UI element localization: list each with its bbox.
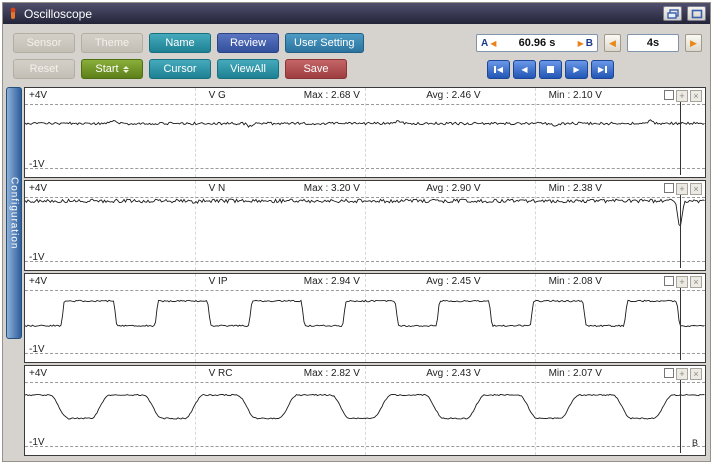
channel-visibility-checkbox[interactable] [664, 276, 674, 286]
channel-close-button[interactable]: × [690, 368, 702, 380]
channel-bottom-voltage-label: -1V [29, 252, 45, 263]
toolbar-row-1: Sensor Theme Name Review User Setting A … [13, 33, 702, 53]
maximize-window-icon [691, 9, 703, 19]
cursor-b-line[interactable] [680, 276, 681, 361]
channel-avg-value: Avg : 2.43 V [426, 368, 480, 379]
start-button-label: Start [95, 63, 118, 75]
channel-bottom-voltage-label: -1V [29, 159, 45, 170]
channel-max-value: Max : 2.82 V [304, 368, 360, 379]
channel-bottom-voltage-label: -1V [29, 344, 45, 355]
timebase-decrease-button[interactable]: ◀ [604, 34, 621, 52]
theme-button[interactable]: Theme [81, 33, 143, 53]
review-button[interactable]: Review [217, 33, 279, 53]
cursor-b-line[interactable] [680, 183, 681, 268]
waveform-trace [25, 88, 705, 177]
channel-panel: +4V V G Max : 2.68 V Avg : 2.46 V Min : … [24, 87, 706, 178]
channel-expand-button[interactable]: + [676, 368, 688, 380]
channel-max-value: Max : 3.20 V [304, 183, 360, 194]
channel-avg-value: Avg : 2.45 V [426, 276, 480, 287]
channel-panel: +4V V IP Max : 2.94 V Avg : 2.45 V Min :… [24, 273, 706, 364]
channel-min-value: Min : 2.10 V [549, 90, 602, 101]
time-range-display: A ◀ 60.96 s ▶ B [476, 34, 598, 52]
maximize-window-button[interactable] [687, 6, 706, 21]
toolbar-row-2: Reset Start Cursor ViewAll Save ◀ ◀ ▶ ▶ [13, 59, 702, 79]
channel-name: V IP [209, 276, 228, 287]
timebase-increase-button[interactable]: ▶ [685, 34, 702, 52]
channel-max-value: Max : 2.68 V [304, 90, 360, 101]
step-back-button[interactable]: ◀ [513, 60, 536, 79]
save-button[interactable]: Save [285, 59, 347, 79]
oscilloscope-window: Oscilloscope Sensor Theme Name Review Us… [2, 2, 711, 462]
skip-to-start-button[interactable]: ◀ [487, 60, 510, 79]
step-back-icon: ◀ [521, 65, 527, 74]
cascade-window-icon [667, 9, 679, 19]
channel-avg-value: Avg : 2.46 V [426, 90, 480, 101]
cursor-button[interactable]: Cursor [149, 59, 211, 79]
channel-min-value: Min : 2.07 V [549, 368, 602, 379]
channel-min-value: Min : 2.08 V [549, 276, 602, 287]
play-icon: ▶ [573, 65, 579, 74]
window-title: Oscilloscope [24, 7, 658, 21]
channel-avg-value: Avg : 2.90 V [426, 183, 480, 194]
channel-top-voltage-label: +4V [29, 368, 47, 379]
playback-controls: ◀ ◀ ▶ ▶ [487, 60, 614, 79]
cursor-b-label: B [692, 438, 698, 448]
channel-top-voltage-label: +4V [29, 183, 47, 194]
channel-close-button[interactable]: × [690, 90, 702, 102]
time-range-value: 60.96 s [498, 37, 575, 49]
channel-panel: +4V V N Max : 3.20 V Avg : 2.90 V Min : … [24, 180, 706, 271]
stop-icon [547, 66, 554, 73]
channel-expand-button[interactable]: + [676, 90, 688, 102]
skip-to-end-button[interactable]: ▶ [591, 60, 614, 79]
channel-top-voltage-label: +4V [29, 276, 47, 287]
channel-visibility-checkbox[interactable] [664, 183, 674, 193]
cursor-a-arrow-icon[interactable]: ◀ [490, 39, 496, 48]
waveform-trace [25, 274, 705, 363]
waveform-trace [25, 366, 705, 455]
cursor-b-line[interactable] [680, 368, 681, 453]
title-bar: Oscilloscope [3, 3, 710, 24]
channel-name: V N [209, 183, 226, 194]
side-tab-strip: Configuration [6, 87, 22, 456]
channel-name: V RC [209, 368, 233, 379]
reset-button[interactable]: Reset [13, 59, 75, 79]
app-icon [7, 7, 19, 20]
configuration-tab-label: Configuration [9, 177, 20, 249]
sensor-button[interactable]: Sensor [13, 33, 75, 53]
configuration-tab[interactable]: Configuration [6, 87, 22, 339]
cursor-b-line[interactable] [680, 90, 681, 175]
cursor-a-marker[interactable]: A [481, 38, 488, 49]
cascade-window-button[interactable] [663, 6, 682, 21]
main-area: Configuration +4V V G Max : 2.68 V Avg :… [6, 87, 706, 456]
cursor-b-marker[interactable]: B [586, 38, 593, 49]
name-button[interactable]: Name [149, 33, 211, 53]
timebase-select[interactable]: 4s [627, 34, 679, 52]
channel-min-value: Min : 2.38 V [549, 183, 602, 194]
channel-visibility-checkbox[interactable] [664, 90, 674, 100]
channel-close-button[interactable]: × [690, 276, 702, 288]
viewall-button[interactable]: ViewAll [217, 59, 279, 79]
channel-expand-button[interactable]: + [676, 276, 688, 288]
start-button[interactable]: Start [81, 59, 143, 79]
channel-visibility-checkbox[interactable] [664, 368, 674, 378]
waveform-trace [25, 181, 705, 270]
channel-panels: +4V V G Max : 2.68 V Avg : 2.46 V Min : … [24, 87, 706, 456]
start-spinner-icon[interactable] [123, 66, 129, 73]
stop-button[interactable] [539, 60, 562, 79]
channel-top-voltage-label: +4V [29, 90, 47, 101]
channel-close-button[interactable]: × [690, 183, 702, 195]
user-setting-button[interactable]: User Setting [285, 33, 364, 53]
channel-max-value: Max : 2.94 V [304, 276, 360, 287]
skip-to-end-icon: ▶ [598, 65, 604, 74]
channel-panel: +4V V RC Max : 2.82 V Avg : 2.43 V Min :… [24, 365, 706, 456]
channel-name: V G [209, 90, 226, 101]
cursor-b-arrow-icon[interactable]: ▶ [578, 39, 584, 48]
channel-expand-button[interactable]: + [676, 183, 688, 195]
skip-to-start-icon: ◀ [497, 65, 503, 74]
toolbar: Sensor Theme Name Review User Setting A … [3, 24, 710, 90]
play-button[interactable]: ▶ [565, 60, 588, 79]
channel-bottom-voltage-label: -1V [29, 437, 45, 448]
